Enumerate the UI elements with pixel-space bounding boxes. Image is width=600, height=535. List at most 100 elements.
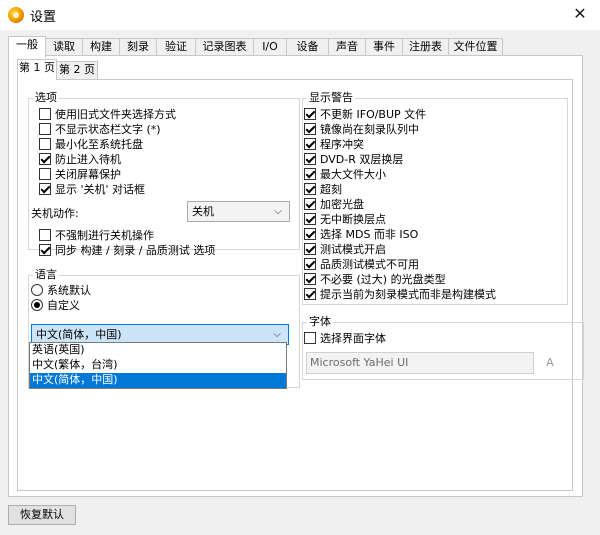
warn-overburn-checkbox[interactable]: 超刻 — [304, 183, 342, 198]
checkbox-label: 不强制进行关机操作 — [55, 229, 154, 242]
language-system-default-radio[interactable]: 系统默认 — [31, 284, 91, 299]
language-group-title: 语言 — [33, 268, 59, 282]
checkbox-box[interactable] — [304, 288, 316, 300]
checkbox-label: 最大文件大小 — [320, 168, 386, 181]
window-title: 设置 — [30, 10, 57, 25]
checkbox-label: 程序冲突 — [320, 138, 364, 151]
radio-label: 自定义 — [47, 299, 80, 312]
checkbox-box[interactable] — [304, 123, 316, 135]
checkbox-box[interactable] — [39, 153, 51, 165]
checkbox-box[interactable] — [304, 198, 316, 210]
checkbox-box[interactable] — [39, 138, 51, 150]
select-value: 中文(简体，中国) — [36, 328, 122, 341]
checkbox-label: 显示 '关机' 对话框 — [55, 183, 146, 196]
tab-page-2[interactable]: 第 2 页 — [56, 61, 98, 79]
warn-no-seamless-layer-break-checkbox[interactable]: 无中断换层点 — [304, 213, 386, 228]
checkbox-label: 选择 MDS 而非 ISO — [320, 228, 419, 241]
warn-max-file-size-checkbox[interactable]: 最大文件大小 — [304, 168, 386, 183]
language-option[interactable]: 中文(繁体，台湾) — [30, 358, 286, 373]
radio-circle[interactable] — [31, 284, 43, 296]
warn-program-conflict-checkbox[interactable]: 程序冲突 — [304, 138, 364, 153]
radio-label: 系统默认 — [47, 284, 91, 297]
checkbox-label: 加密光盘 — [320, 198, 364, 211]
checkbox-label: 关闭屏幕保护 — [55, 168, 121, 181]
checkbox-box[interactable] — [304, 153, 316, 165]
restore-defaults-button[interactable]: 恢复默认 — [8, 505, 76, 525]
warn-encrypted-disc-checkbox[interactable]: 加密光盘 — [304, 198, 364, 213]
checkbox-box[interactable] — [39, 183, 51, 195]
shutdown-action-label: 关机动作: — [31, 207, 79, 220]
warn-mds-over-iso-checkbox[interactable]: 选择 MDS 而非 ISO — [304, 228, 418, 243]
checkbox-box[interactable] — [304, 213, 316, 225]
legacy-folder-select-checkbox[interactable]: 使用旧式文件夹选择方式 — [39, 108, 176, 123]
disable-screensaver-checkbox[interactable]: 关闭屏幕保护 — [39, 168, 121, 183]
checkbox-label: 不更新 IFO/BUP 文件 — [320, 108, 427, 121]
checkbox-label: 同步 构建 / 刻录 / 品质测试 选项 — [55, 244, 216, 257]
warn-oversized-disc-type-checkbox[interactable]: 不必要 (过大) 的光盘类型 — [304, 273, 446, 288]
options-group: 选项 使用旧式文件夹选择方式 不显示状态栏文字 (*) 最小化至系统托盘 防止进… — [28, 91, 300, 257]
checkbox-box[interactable] — [304, 183, 316, 195]
checkbox-box[interactable] — [304, 108, 316, 120]
select-value: 关机 — [192, 205, 214, 218]
close-button[interactable]: ✕ — [560, 0, 600, 30]
language-custom-radio[interactable]: 自定义 — [31, 299, 80, 314]
hide-statusbar-text-checkbox[interactable]: 不显示状态栏文字 (*) — [39, 123, 161, 138]
checkbox-box[interactable] — [304, 332, 316, 344]
warn-dvdr-layer-break-checkbox[interactable]: DVD-R 双层换层 — [304, 153, 403, 168]
checkbox-box[interactable] — [304, 168, 316, 180]
checkbox-label: 品质测试模式不可用 — [320, 258, 419, 271]
font-group: 字体 选择界面字体 Microsoft YaHei UI A — [302, 315, 584, 380]
shutdown-action-select[interactable]: 关机 ⌵ — [187, 201, 290, 222]
checkbox-box[interactable] — [39, 229, 51, 241]
checkbox-box[interactable] — [304, 258, 316, 270]
no-force-shutdown-checkbox[interactable]: 不强制进行关机操作 — [39, 229, 154, 244]
minimize-to-tray-checkbox[interactable]: 最小化至系统托盘 — [39, 138, 143, 153]
show-shutdown-dialog-checkbox[interactable]: 显示 '关机' 对话框 — [39, 183, 145, 198]
chevron-down-icon: ⌵ — [274, 206, 282, 217]
checkbox-box[interactable] — [39, 108, 51, 120]
warnings-group-title: 显示警告 — [307, 91, 355, 105]
checkbox-box[interactable] — [304, 243, 316, 255]
page-1-panel: 选项 使用旧式文件夹选择方式 不显示状态栏文字 (*) 最小化至系统托盘 防止进… — [17, 79, 584, 491]
tab-page-1[interactable]: 第 1 页 — [17, 59, 57, 80]
checkbox-label: 超刻 — [320, 183, 342, 196]
app-icon — [8, 7, 24, 23]
tab-general[interactable]: 一般 — [8, 36, 46, 58]
general-tab-panel: 第 1 页 第 2 页 选项 使用旧式文件夹选择方式 不显示状态栏文字 (*) … — [8, 55, 584, 497]
checkbox-label: 测试模式开启 — [320, 243, 386, 256]
warn-test-mode-checkbox[interactable]: 测试模式开启 — [304, 243, 386, 258]
checkbox-label: 提示当前为刻录模式而非是构建模式 — [320, 288, 496, 301]
checkbox-label: 无中断换层点 — [320, 213, 386, 226]
radio-circle[interactable] — [31, 299, 43, 311]
prevent-standby-checkbox[interactable]: 防止进入待机 — [39, 153, 121, 168]
checkbox-box[interactable] — [39, 123, 51, 135]
checkbox-label: 最小化至系统托盘 — [55, 138, 143, 151]
checkbox-label: 不必要 (过大) 的光盘类型 — [320, 273, 446, 286]
language-option[interactable]: 英语(英国) — [30, 343, 286, 358]
checkbox-label: 选择界面字体 — [320, 332, 386, 345]
warn-burn-mode-not-build-checkbox[interactable]: 提示当前为刻录模式而非是构建模式 — [304, 288, 496, 303]
checkbox-box[interactable] — [304, 273, 316, 285]
warn-no-ifo-update-checkbox[interactable]: 不更新 IFO/BUP 文件 — [304, 108, 426, 123]
select-ui-font-checkbox[interactable]: 选择界面字体 — [304, 332, 386, 347]
language-option[interactable]: 中文(简体，中国) — [30, 373, 286, 388]
warnings-group: 显示警告 不更新 IFO/BUP 文件 镜像尚在刻录队列中 程序冲突 DVD-R… — [302, 91, 568, 305]
options-group-title: 选项 — [33, 91, 59, 105]
checkbox-label: 不显示状态栏文字 (*) — [55, 123, 161, 136]
checkbox-box[interactable] — [304, 138, 316, 150]
title-bar: 设置 ✕ — [0, 0, 600, 30]
checkbox-label: 镜像尚在刻录队列中 — [320, 123, 419, 136]
checkbox-box[interactable] — [304, 228, 316, 240]
font-name-field[interactable]: Microsoft YaHei UI — [306, 352, 534, 374]
checkbox-box[interactable] — [39, 244, 51, 256]
sync-options-checkbox[interactable]: 同步 构建 / 刻录 / 品质测试 选项 — [39, 244, 215, 259]
warn-image-in-queue-checkbox[interactable]: 镜像尚在刻录队列中 — [304, 123, 419, 138]
font-picker-icon[interactable]: A — [539, 352, 561, 374]
checkbox-label: 使用旧式文件夹选择方式 — [55, 108, 176, 121]
font-group-title: 字体 — [307, 315, 333, 329]
checkbox-label: DVD-R 双层换层 — [320, 153, 404, 166]
warn-quality-test-unavailable-checkbox[interactable]: 品质测试模式不可用 — [304, 258, 419, 273]
checkbox-label: 防止进入待机 — [55, 153, 121, 166]
language-dropdown-list: 英语(英国) 中文(繁体，台湾) 中文(简体，中国) — [29, 342, 287, 389]
checkbox-box[interactable] — [39, 168, 51, 180]
